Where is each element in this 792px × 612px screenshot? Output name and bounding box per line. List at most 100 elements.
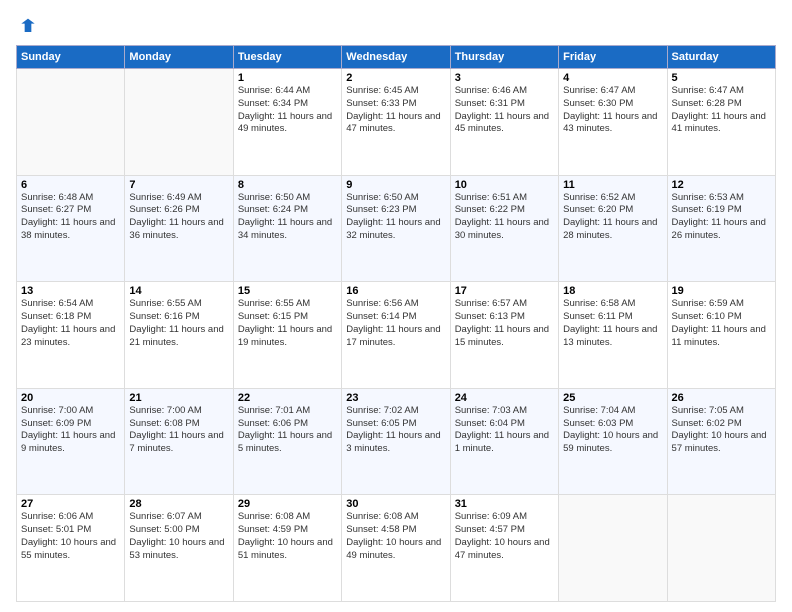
day-info: Sunrise: 6:44 AM Sunset: 6:34 PM Dayligh…	[238, 85, 337, 136]
day-number: 6	[21, 179, 120, 191]
day-number: 23	[346, 392, 445, 404]
calendar-cell: 22Sunrise: 7:01 AM Sunset: 6:06 PM Dayli…	[233, 388, 341, 495]
calendar-cell: 1Sunrise: 6:44 AM Sunset: 6:34 PM Daylig…	[233, 69, 341, 176]
day-info: Sunrise: 6:48 AM Sunset: 6:27 PM Dayligh…	[21, 192, 120, 243]
calendar-cell: 10Sunrise: 6:51 AM Sunset: 6:22 PM Dayli…	[450, 175, 558, 282]
calendar-cell: 25Sunrise: 7:04 AM Sunset: 6:03 PM Dayli…	[559, 388, 667, 495]
day-info: Sunrise: 6:57 AM Sunset: 6:13 PM Dayligh…	[455, 298, 554, 349]
day-info: Sunrise: 6:46 AM Sunset: 6:31 PM Dayligh…	[455, 85, 554, 136]
day-info: Sunrise: 7:00 AM Sunset: 6:08 PM Dayligh…	[129, 405, 228, 456]
day-number: 29	[238, 498, 337, 510]
calendar-table: SundayMondayTuesdayWednesdayThursdayFrid…	[16, 45, 776, 602]
header	[16, 16, 776, 37]
day-number: 28	[129, 498, 228, 510]
calendar-cell: 27Sunrise: 6:06 AM Sunset: 5:01 PM Dayli…	[17, 495, 125, 602]
calendar-cell: 29Sunrise: 6:08 AM Sunset: 4:59 PM Dayli…	[233, 495, 341, 602]
day-info: Sunrise: 6:59 AM Sunset: 6:10 PM Dayligh…	[672, 298, 771, 349]
day-info: Sunrise: 7:03 AM Sunset: 6:04 PM Dayligh…	[455, 405, 554, 456]
calendar-cell	[559, 495, 667, 602]
day-number: 7	[129, 179, 228, 191]
week-row-5: 27Sunrise: 6:06 AM Sunset: 5:01 PM Dayli…	[17, 495, 776, 602]
day-info: Sunrise: 6:52 AM Sunset: 6:20 PM Dayligh…	[563, 192, 662, 243]
calendar-cell: 9Sunrise: 6:50 AM Sunset: 6:23 PM Daylig…	[342, 175, 450, 282]
weekday-header-tuesday: Tuesday	[233, 46, 341, 69]
calendar-cell: 3Sunrise: 6:46 AM Sunset: 6:31 PM Daylig…	[450, 69, 558, 176]
day-info: Sunrise: 7:02 AM Sunset: 6:05 PM Dayligh…	[346, 405, 445, 456]
calendar-cell: 20Sunrise: 7:00 AM Sunset: 6:09 PM Dayli…	[17, 388, 125, 495]
day-number: 17	[455, 285, 554, 297]
logo-icon	[18, 17, 38, 37]
day-info: Sunrise: 6:55 AM Sunset: 6:16 PM Dayligh…	[129, 298, 228, 349]
calendar-cell: 17Sunrise: 6:57 AM Sunset: 6:13 PM Dayli…	[450, 282, 558, 389]
week-row-1: 1Sunrise: 6:44 AM Sunset: 6:34 PM Daylig…	[17, 69, 776, 176]
calendar-cell: 28Sunrise: 6:07 AM Sunset: 5:00 PM Dayli…	[125, 495, 233, 602]
calendar-cell: 5Sunrise: 6:47 AM Sunset: 6:28 PM Daylig…	[667, 69, 775, 176]
day-number: 13	[21, 285, 120, 297]
day-number: 31	[455, 498, 554, 510]
day-info: Sunrise: 6:08 AM Sunset: 4:58 PM Dayligh…	[346, 511, 445, 562]
week-row-3: 13Sunrise: 6:54 AM Sunset: 6:18 PM Dayli…	[17, 282, 776, 389]
calendar-cell: 16Sunrise: 6:56 AM Sunset: 6:14 PM Dayli…	[342, 282, 450, 389]
day-info: Sunrise: 6:08 AM Sunset: 4:59 PM Dayligh…	[238, 511, 337, 562]
day-number: 5	[672, 72, 771, 84]
calendar-cell: 26Sunrise: 7:05 AM Sunset: 6:02 PM Dayli…	[667, 388, 775, 495]
day-number: 19	[672, 285, 771, 297]
calendar-cell: 13Sunrise: 6:54 AM Sunset: 6:18 PM Dayli…	[17, 282, 125, 389]
day-number: 15	[238, 285, 337, 297]
day-number: 3	[455, 72, 554, 84]
day-number: 14	[129, 285, 228, 297]
day-number: 2	[346, 72, 445, 84]
day-info: Sunrise: 6:50 AM Sunset: 6:23 PM Dayligh…	[346, 192, 445, 243]
weekday-header-monday: Monday	[125, 46, 233, 69]
calendar-cell: 18Sunrise: 6:58 AM Sunset: 6:11 PM Dayli…	[559, 282, 667, 389]
day-info: Sunrise: 6:47 AM Sunset: 6:28 PM Dayligh…	[672, 85, 771, 136]
weekday-header-wednesday: Wednesday	[342, 46, 450, 69]
day-info: Sunrise: 7:04 AM Sunset: 6:03 PM Dayligh…	[563, 405, 662, 456]
day-info: Sunrise: 6:06 AM Sunset: 5:01 PM Dayligh…	[21, 511, 120, 562]
calendar-cell: 7Sunrise: 6:49 AM Sunset: 6:26 PM Daylig…	[125, 175, 233, 282]
day-number: 24	[455, 392, 554, 404]
calendar-cell: 21Sunrise: 7:00 AM Sunset: 6:08 PM Dayli…	[125, 388, 233, 495]
calendar-cell: 6Sunrise: 6:48 AM Sunset: 6:27 PM Daylig…	[17, 175, 125, 282]
calendar-cell	[667, 495, 775, 602]
day-info: Sunrise: 6:58 AM Sunset: 6:11 PM Dayligh…	[563, 298, 662, 349]
day-info: Sunrise: 6:07 AM Sunset: 5:00 PM Dayligh…	[129, 511, 228, 562]
day-info: Sunrise: 6:47 AM Sunset: 6:30 PM Dayligh…	[563, 85, 662, 136]
day-number: 26	[672, 392, 771, 404]
day-info: Sunrise: 6:55 AM Sunset: 6:15 PM Dayligh…	[238, 298, 337, 349]
calendar-cell: 24Sunrise: 7:03 AM Sunset: 6:04 PM Dayli…	[450, 388, 558, 495]
calendar-cell	[125, 69, 233, 176]
day-number: 18	[563, 285, 662, 297]
day-number: 25	[563, 392, 662, 404]
day-number: 12	[672, 179, 771, 191]
calendar-cell: 2Sunrise: 6:45 AM Sunset: 6:33 PM Daylig…	[342, 69, 450, 176]
calendar-cell: 11Sunrise: 6:52 AM Sunset: 6:20 PM Dayli…	[559, 175, 667, 282]
day-info: Sunrise: 6:50 AM Sunset: 6:24 PM Dayligh…	[238, 192, 337, 243]
day-number: 1	[238, 72, 337, 84]
weekday-header-friday: Friday	[559, 46, 667, 69]
calendar-cell: 30Sunrise: 6:08 AM Sunset: 4:58 PM Dayli…	[342, 495, 450, 602]
day-number: 4	[563, 72, 662, 84]
calendar-cell: 31Sunrise: 6:09 AM Sunset: 4:57 PM Dayli…	[450, 495, 558, 602]
weekday-header-row: SundayMondayTuesdayWednesdayThursdayFrid…	[17, 46, 776, 69]
day-number: 11	[563, 179, 662, 191]
calendar-page: SundayMondayTuesdayWednesdayThursdayFrid…	[0, 0, 792, 612]
day-info: Sunrise: 7:05 AM Sunset: 6:02 PM Dayligh…	[672, 405, 771, 456]
day-info: Sunrise: 6:51 AM Sunset: 6:22 PM Dayligh…	[455, 192, 554, 243]
weekday-header-sunday: Sunday	[17, 46, 125, 69]
weekday-header-saturday: Saturday	[667, 46, 775, 69]
day-number: 27	[21, 498, 120, 510]
calendar-cell	[17, 69, 125, 176]
day-info: Sunrise: 6:56 AM Sunset: 6:14 PM Dayligh…	[346, 298, 445, 349]
day-number: 22	[238, 392, 337, 404]
calendar-cell: 19Sunrise: 6:59 AM Sunset: 6:10 PM Dayli…	[667, 282, 775, 389]
week-row-2: 6Sunrise: 6:48 AM Sunset: 6:27 PM Daylig…	[17, 175, 776, 282]
week-row-4: 20Sunrise: 7:00 AM Sunset: 6:09 PM Dayli…	[17, 388, 776, 495]
day-info: Sunrise: 6:45 AM Sunset: 6:33 PM Dayligh…	[346, 85, 445, 136]
calendar-cell: 12Sunrise: 6:53 AM Sunset: 6:19 PM Dayli…	[667, 175, 775, 282]
day-info: Sunrise: 6:54 AM Sunset: 6:18 PM Dayligh…	[21, 298, 120, 349]
calendar-cell: 23Sunrise: 7:02 AM Sunset: 6:05 PM Dayli…	[342, 388, 450, 495]
day-number: 21	[129, 392, 228, 404]
day-number: 8	[238, 179, 337, 191]
day-number: 16	[346, 285, 445, 297]
